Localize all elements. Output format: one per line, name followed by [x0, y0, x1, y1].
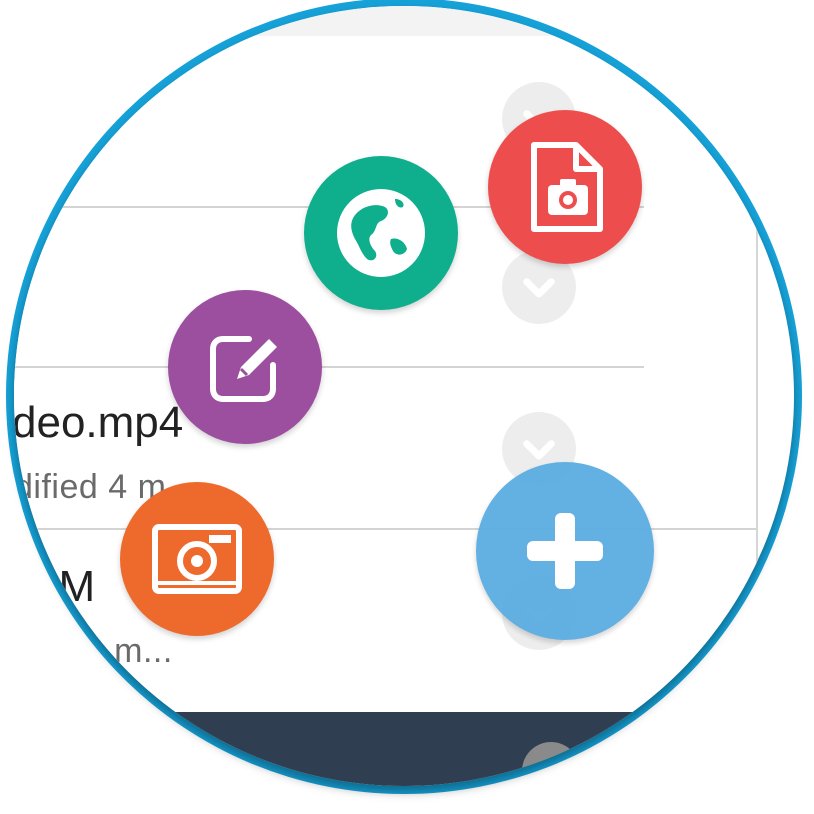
file-image-icon — [531, 142, 603, 232]
file-list: deo.mp4 dified 4 m... eM ed 2 m... — [14, 36, 758, 691]
new-photo-file-button[interactable] — [488, 110, 642, 264]
magnifier-lens: deo.mp4 dified 4 m... eM ed 2 m... — [14, 6, 794, 786]
globe-icon — [337, 189, 425, 277]
camera-icon — [152, 524, 242, 594]
web-link-button[interactable] — [304, 156, 458, 310]
file-modified-text: ed 2 m... — [36, 632, 173, 670]
toolbar-button[interactable] — [522, 742, 580, 786]
file-name: deo.mp4 — [14, 398, 184, 447]
bottom-toolbar — [14, 712, 794, 786]
file-name: eM — [34, 562, 96, 611]
plus-icon — [527, 513, 603, 589]
row-divider — [14, 366, 644, 368]
chevron-down-icon — [523, 278, 555, 298]
new-note-button[interactable] — [168, 290, 322, 444]
take-photo-button[interactable] — [120, 482, 274, 636]
edit-icon — [210, 336, 277, 402]
add-button[interactable] — [476, 462, 654, 640]
